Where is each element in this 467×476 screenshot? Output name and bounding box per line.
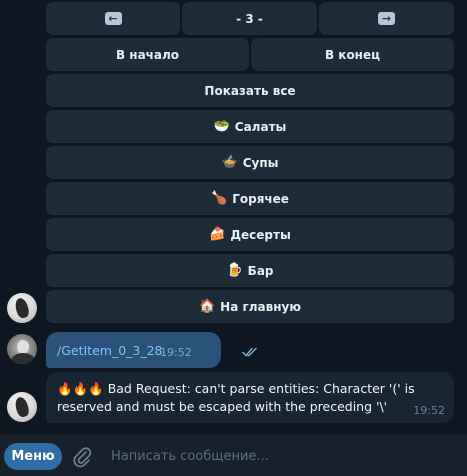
soups-label: Супы [242, 155, 279, 170]
beer-icon: 🍺 [226, 263, 243, 278]
soups-button[interactable]: 🍲 Супы [46, 146, 454, 179]
hot-dishes-button[interactable]: 🍗 Горячее [46, 182, 454, 215]
show-all-label: Показать все [204, 83, 296, 98]
bird-icon [13, 395, 31, 419]
prev-page-button[interactable]: ← [46, 2, 180, 35]
home-button[interactable]: 🏠 На главную [46, 290, 454, 323]
bot-avatar[interactable] [7, 293, 37, 323]
message-time: 19:52 [160, 346, 192, 359]
salads-label: Салаты [234, 119, 287, 134]
command-link[interactable]: /GetItem_0_3_28 [57, 343, 163, 358]
desserts-button[interactable]: 🍰 Десерты [46, 218, 454, 251]
salads-button[interactable]: 🥗 Салаты [46, 110, 454, 143]
message-input[interactable] [104, 443, 451, 470]
outgoing-message[interactable]: /GetItem_0_3_28 19:52 [46, 332, 257, 368]
page-indicator-button[interactable]: - 3 - [182, 2, 317, 35]
bar-label: Бар [247, 263, 274, 278]
next-page-button[interactable]: → [319, 2, 454, 35]
first-page-label: В начало [115, 47, 180, 62]
show-all-button[interactable]: Показать все [46, 74, 454, 107]
message-composer: Меню [0, 433, 467, 476]
bird-icon [13, 296, 31, 320]
home-label: На главную [220, 299, 302, 314]
incoming-message[interactable]: 🔥🔥🔥 Bad Request: can't parse entities: C… [46, 372, 454, 423]
right-arrow-icon: → [378, 12, 395, 25]
bar-button[interactable]: 🍺 Бар [46, 254, 454, 287]
first-page-button[interactable]: В начало [46, 38, 249, 71]
poultry-leg-icon: 🍗 [211, 191, 228, 206]
last-page-button[interactable]: В конец [251, 38, 454, 71]
page-indicator-label: - 3 - [236, 11, 263, 26]
desserts-label: Десерты [230, 227, 291, 242]
user-avatar[interactable] [7, 334, 37, 364]
menu-button[interactable]: Меню [4, 443, 62, 470]
fire-icon: 🔥🔥🔥 [57, 381, 104, 396]
paperclip-icon[interactable] [72, 446, 92, 468]
error-text: Bad Request: can't parse entities: Chara… [57, 381, 415, 414]
cake-icon: 🍰 [209, 227, 226, 242]
avatar-face [17, 340, 29, 354]
message-time: 19:52 [413, 404, 445, 417]
double-check-icon [242, 347, 257, 357]
message-text: 🔥🔥🔥 Bad Request: can't parse entities: C… [57, 380, 442, 416]
soup-icon: 🍲 [221, 155, 238, 170]
last-page-label: В конец [324, 47, 381, 62]
bot-avatar-2[interactable] [7, 392, 37, 422]
avatar-body [11, 353, 35, 364]
hot-dishes-label: Горячее [232, 191, 289, 206]
house-icon: 🏠 [198, 299, 216, 314]
salad-icon: 🥗 [213, 119, 230, 134]
left-arrow-icon: ← [104, 12, 122, 25]
